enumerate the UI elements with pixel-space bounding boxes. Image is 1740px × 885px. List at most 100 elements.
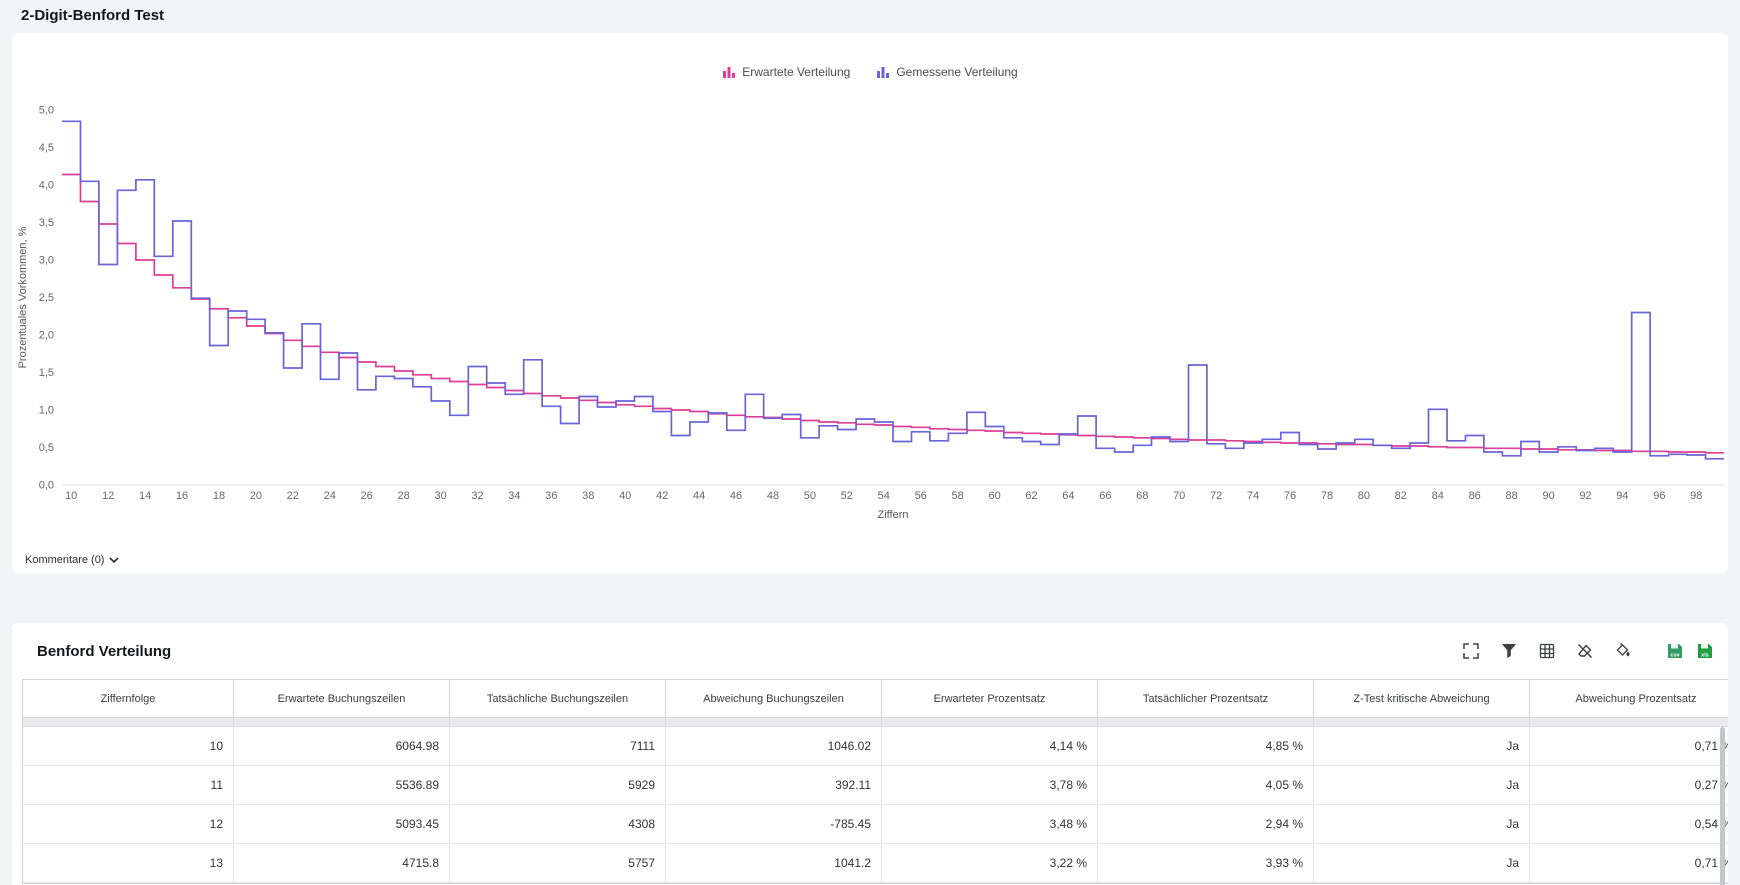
- svg-text:86: 86: [1469, 490, 1481, 502]
- fill-color-button[interactable]: [1614, 642, 1632, 660]
- fill-color-icon: [1615, 643, 1631, 659]
- table-cell: 4,14 %: [882, 727, 1098, 765]
- table-filter-strip: [23, 717, 1728, 727]
- export-xlsx-icon: xls: [1696, 642, 1714, 660]
- svg-text:34: 34: [508, 490, 520, 502]
- svg-text:80: 80: [1358, 490, 1370, 502]
- table-cell: 4308: [450, 805, 666, 843]
- table-cell: 13: [23, 844, 234, 882]
- table-cell: 5929: [450, 766, 666, 804]
- table-cell: 10: [23, 727, 234, 765]
- table-cell: 12: [23, 805, 234, 843]
- table-cell: 5536.89: [234, 766, 450, 804]
- filter-icon: [1501, 643, 1517, 659]
- svg-text:68: 68: [1136, 490, 1148, 502]
- svg-text:38: 38: [582, 490, 594, 502]
- svg-text:16: 16: [176, 490, 188, 502]
- table-row[interactable]: 125093.454308-785.453,48 %2,94 %Ja0,54 %: [23, 805, 1728, 844]
- svg-text:32: 32: [471, 490, 483, 502]
- column-header[interactable]: Abweichung Buchungszeilen: [666, 680, 882, 717]
- svg-text:52: 52: [841, 490, 853, 502]
- comments-toggle[interactable]: Kommentare (0): [25, 554, 119, 566]
- svg-text:4,5: 4,5: [39, 142, 54, 154]
- svg-text:82: 82: [1395, 490, 1407, 502]
- chart-card: Erwartete Verteilung Gemessene Verteilung…: [12, 33, 1728, 573]
- table-cell: 1041.2: [666, 844, 882, 882]
- svg-text:60: 60: [988, 490, 1000, 502]
- column-header[interactable]: Ziffernfolge: [23, 680, 234, 717]
- table-cell: 0,71 %: [1530, 844, 1728, 882]
- mini-histogram-icon: [876, 65, 890, 79]
- table-cell: 3,93 %: [1098, 844, 1314, 882]
- page-title: 2-Digit-Benford Test: [21, 7, 164, 24]
- filter-strip-cell: [1530, 718, 1728, 726]
- column-header[interactable]: Abweichung Prozentsatz: [1530, 680, 1728, 717]
- column-header[interactable]: Tatsächliche Buchungszeilen: [450, 680, 666, 717]
- svg-text:56: 56: [915, 490, 927, 502]
- svg-text:0,5: 0,5: [39, 442, 54, 454]
- filter-strip-cell: [882, 718, 1098, 726]
- table-cell: 7111: [450, 727, 666, 765]
- table-cell: 0,27 %: [1530, 766, 1728, 804]
- svg-text:90: 90: [1542, 490, 1554, 502]
- svg-text:70: 70: [1173, 490, 1185, 502]
- benford-chart[interactable]: 0,00,51,01,52,02,53,03,54,04,55,01012141…: [12, 83, 1728, 533]
- svg-text:14: 14: [139, 490, 151, 502]
- legend-item[interactable]: Erwartete Verteilung: [722, 65, 850, 79]
- filter-strip-cell: [1314, 718, 1530, 726]
- svg-text:74: 74: [1247, 490, 1259, 502]
- table-cell: 3,78 %: [882, 766, 1098, 804]
- table-cell: 392.11: [666, 766, 882, 804]
- svg-text:44: 44: [693, 490, 705, 502]
- table-row[interactable]: 115536.895929392.113,78 %4,05 %Ja0,27 %: [23, 766, 1728, 805]
- table-cell: 4715.8: [234, 844, 450, 882]
- svg-text:1,5: 1,5: [39, 367, 54, 379]
- table-card: Benford Verteilung: [12, 623, 1728, 885]
- svg-text:50: 50: [804, 490, 816, 502]
- table-grid-icon: [1539, 643, 1555, 659]
- column-header[interactable]: Tatsächlicher Prozentsatz: [1098, 680, 1314, 717]
- column-header[interactable]: Erwartete Buchungszeilen: [234, 680, 450, 717]
- table-cell: Ja: [1314, 844, 1530, 882]
- svg-text:22: 22: [287, 490, 299, 502]
- svg-text:Ziffern: Ziffern: [878, 509, 909, 521]
- table-row[interactable]: 106064.9871111046.024,14 %4,85 %Ja0,71 %: [23, 727, 1728, 766]
- clear-highlight-icon: [1577, 643, 1593, 659]
- svg-text:94: 94: [1616, 490, 1628, 502]
- filter-strip-cell: [666, 718, 882, 726]
- svg-text:18: 18: [213, 490, 225, 502]
- svg-text:26: 26: [361, 490, 373, 502]
- table-card-header: Benford Verteilung: [12, 623, 1728, 679]
- filter-strip-cell: [234, 718, 450, 726]
- svg-text:92: 92: [1579, 490, 1591, 502]
- column-header[interactable]: Z-Test kritische Abweichung: [1314, 680, 1530, 717]
- svg-text:3,0: 3,0: [39, 255, 54, 267]
- export-csv-button[interactable]: csv: [1666, 642, 1684, 660]
- table-body: 106064.9871111046.024,14 %4,85 %Ja0,71 %…: [23, 727, 1728, 883]
- svg-text:64: 64: [1062, 490, 1074, 502]
- table-title: Benford Verteilung: [37, 643, 171, 660]
- svg-text:4,0: 4,0: [39, 180, 54, 192]
- table-cell: 5757: [450, 844, 666, 882]
- clear-highlight-button[interactable]: [1576, 642, 1594, 660]
- svg-text:72: 72: [1210, 490, 1222, 502]
- table-scrollbar[interactable]: [1720, 727, 1725, 885]
- column-header[interactable]: Erwarteter Prozentsatz: [882, 680, 1098, 717]
- table-cell: -785.45: [666, 805, 882, 843]
- table-cell: 0,54 %: [1530, 805, 1728, 843]
- filter-button[interactable]: [1500, 642, 1518, 660]
- legend-label: Erwartete Verteilung: [742, 65, 850, 79]
- table-header-row: ZiffernfolgeErwartete BuchungszeilenTats…: [23, 680, 1728, 717]
- export-xlsx-button[interactable]: xls: [1696, 642, 1714, 660]
- legend-item[interactable]: Gemessene Verteilung: [876, 65, 1017, 79]
- svg-text:30: 30: [434, 490, 446, 502]
- table-row[interactable]: 134715.857571041.23,22 %3,93 %Ja0,71 %: [23, 844, 1728, 883]
- filter-strip-cell: [23, 718, 234, 726]
- svg-text:48: 48: [767, 490, 779, 502]
- svg-text:24: 24: [324, 490, 336, 502]
- svg-text:10: 10: [65, 490, 77, 502]
- fullscreen-button[interactable]: [1462, 642, 1480, 660]
- svg-text:28: 28: [397, 490, 409, 502]
- table-grid-button[interactable]: [1538, 642, 1556, 660]
- table-cell: 3,22 %: [882, 844, 1098, 882]
